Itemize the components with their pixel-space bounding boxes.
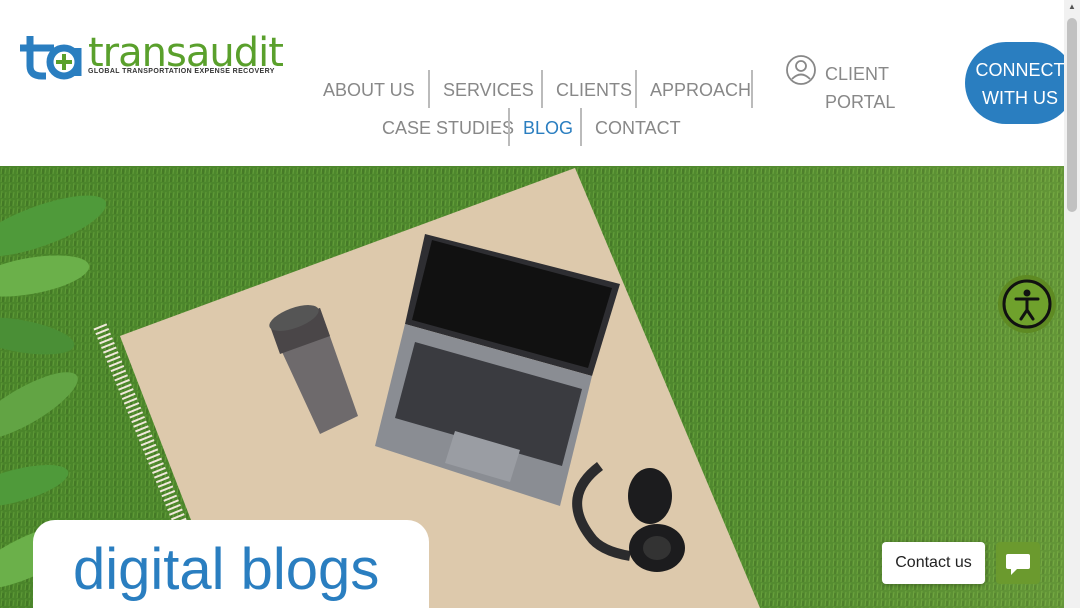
nav-services[interactable]: SERVICES bbox=[443, 80, 534, 101]
hero-title-box: digital blogs bbox=[33, 520, 429, 608]
nav-divider bbox=[751, 70, 753, 108]
nav-contact[interactable]: CONTACT bbox=[595, 118, 681, 139]
scroll-up-arrow-icon[interactable]: ▲ bbox=[1067, 2, 1077, 12]
nav-divider bbox=[541, 70, 543, 108]
accessibility-icon bbox=[998, 275, 1056, 333]
client-portal-link[interactable]: CLIENT PORTAL bbox=[785, 54, 905, 114]
logo-mark-icon bbox=[20, 36, 82, 80]
chat-icon bbox=[1006, 554, 1030, 575]
nav-divider bbox=[428, 70, 430, 108]
client-portal-label: CLIENT PORTAL bbox=[825, 60, 895, 116]
site-header: transaudit GLOBAL TRANSPORTATION EXPENSE… bbox=[0, 0, 1075, 166]
nav-clients[interactable]: CLIENTS bbox=[556, 80, 632, 101]
chat-button[interactable] bbox=[996, 542, 1040, 584]
client-portal-line1: CLIENT bbox=[825, 64, 890, 84]
scrollbar-thumb[interactable] bbox=[1067, 18, 1077, 212]
logo[interactable]: transaudit GLOBAL TRANSPORTATION EXPENSE… bbox=[20, 30, 284, 80]
logo-tagline: GLOBAL TRANSPORTATION EXPENSE RECOVERY bbox=[88, 68, 275, 75]
nav-divider bbox=[580, 108, 582, 146]
nav-approach[interactable]: APPROACH bbox=[650, 80, 751, 101]
connect-line1: CONNECT bbox=[975, 60, 1065, 80]
page-title: digital blogs bbox=[73, 537, 380, 602]
accessibility-button[interactable] bbox=[997, 274, 1057, 334]
nav-about-us[interactable]: ABOUT US bbox=[323, 80, 415, 101]
connect-with-us-button[interactable]: CONNECT WITH US bbox=[965, 42, 1075, 124]
nav-divider bbox=[508, 108, 510, 146]
connect-line2: WITH US bbox=[982, 88, 1058, 108]
client-portal-line2: PORTAL bbox=[825, 92, 896, 112]
nav-blog[interactable]: BLOG bbox=[523, 118, 573, 139]
contact-us-label[interactable]: Contact us bbox=[882, 542, 985, 584]
nav-case-studies[interactable]: CASE STUDIES bbox=[382, 118, 514, 139]
user-circle-icon bbox=[786, 55, 816, 85]
page-scrollbar[interactable]: ▲ bbox=[1064, 0, 1080, 608]
nav-divider bbox=[635, 70, 637, 108]
